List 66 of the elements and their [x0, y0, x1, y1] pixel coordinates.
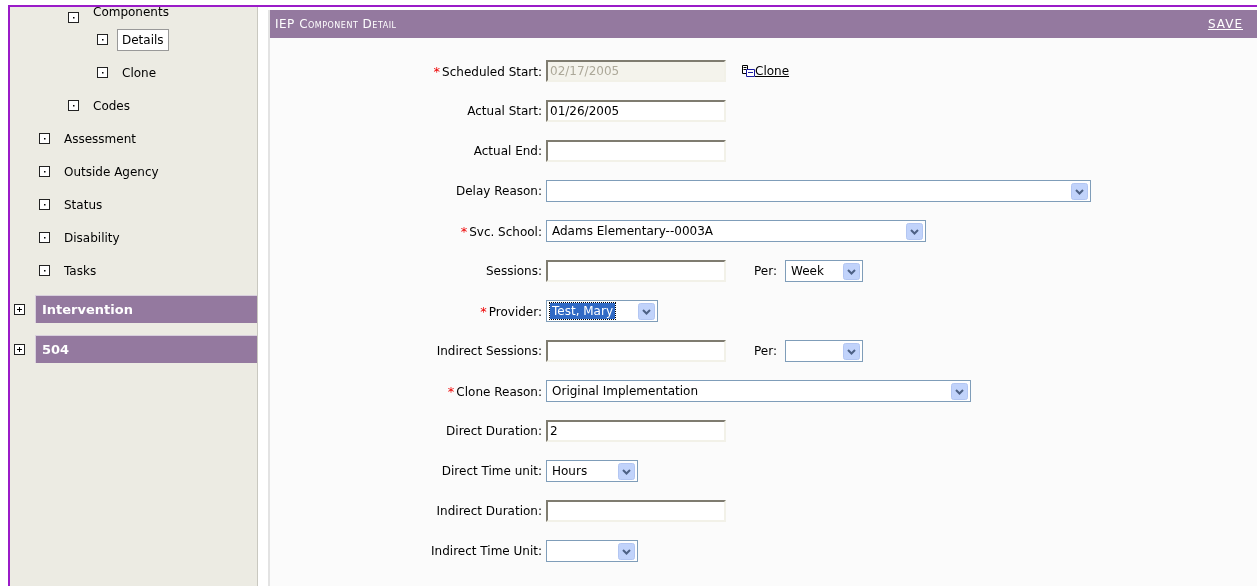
- field-label: Per:: [754, 344, 777, 358]
- tree-item[interactable]: Clone: [117, 61, 162, 84]
- field-label: Svc. School:: [469, 224, 542, 239]
- select-field[interactable]: [546, 180, 1091, 202]
- leaf-icon[interactable]: [39, 166, 50, 177]
- field-label: Per:: [754, 264, 777, 278]
- save-link[interactable]: SAVE: [1207, 17, 1243, 31]
- tree-item[interactable]: Components: [88, 1, 174, 23]
- tree-item[interactable]: Tasks: [59, 259, 102, 282]
- input-field[interactable]: [546, 140, 726, 162]
- input-field[interactable]: [546, 340, 726, 362]
- dropdown-icon[interactable]: [618, 542, 635, 560]
- field-label: Indirect Sessions:: [436, 344, 542, 358]
- dropdown-icon[interactable]: [951, 382, 968, 400]
- tree-item[interactable]: Codes: [88, 94, 135, 117]
- tree-item[interactable]: Outside Agency: [59, 160, 164, 183]
- dropdown-icon[interactable]: [1071, 182, 1088, 200]
- field-label: Delay Reason:: [456, 184, 542, 198]
- section-header[interactable]: Intervention: [35, 295, 257, 323]
- required-mark: *: [460, 223, 468, 239]
- dropdown-icon[interactable]: [842, 342, 860, 360]
- section-header[interactable]: 504: [35, 335, 257, 363]
- dropdown-icon[interactable]: [618, 462, 635, 480]
- input-field[interactable]: 01/26/2005: [546, 100, 726, 122]
- select-field[interactable]: Adams Elementary--0003A: [546, 220, 926, 242]
- expand-icon[interactable]: [14, 343, 25, 355]
- tree-item[interactable]: Status: [59, 193, 108, 216]
- select-field[interactable]: Test, Mary: [546, 300, 658, 322]
- required-mark: *: [433, 63, 441, 79]
- tree-item[interactable]: Details: [117, 28, 169, 51]
- tree-item[interactable]: Disability: [59, 226, 125, 249]
- select-field[interactable]: Week: [784, 260, 863, 282]
- select-field[interactable]: [784, 340, 863, 362]
- required-mark: *: [447, 383, 455, 399]
- leaf-icon[interactable]: [39, 199, 50, 210]
- tree-item[interactable]: Assessment: [59, 127, 141, 150]
- select-field[interactable]: [546, 540, 638, 562]
- field-label: Scheduled Start:: [442, 64, 542, 79]
- field-label: Indirect Duration:: [436, 504, 542, 518]
- select-field[interactable]: Original Implementation: [546, 380, 971, 402]
- leaf-icon[interactable]: [97, 34, 108, 45]
- field-label: Clone Reason:: [456, 384, 542, 399]
- panel-title: IEP Component Detail: [275, 17, 397, 31]
- copy-icon[interactable]: [742, 65, 755, 77]
- leaf-icon[interactable]: [68, 100, 79, 111]
- field-label: Actual Start:: [467, 104, 542, 118]
- dropdown-icon[interactable]: [638, 302, 655, 320]
- input-field[interactable]: 2: [546, 420, 726, 442]
- input-field[interactable]: [546, 500, 726, 522]
- field-label: Actual End:: [473, 144, 542, 158]
- leaf-icon[interactable]: [97, 67, 108, 78]
- field-label: Direct Duration:: [446, 424, 542, 438]
- required-mark: *: [480, 303, 487, 319]
- leaf-icon[interactable]: [39, 265, 50, 276]
- select-field[interactable]: Hours: [546, 460, 638, 482]
- leaf-icon[interactable]: [39, 232, 50, 243]
- dropdown-icon[interactable]: [842, 262, 860, 280]
- leaf-icon[interactable]: [39, 133, 50, 144]
- field-label: Sessions:: [485, 264, 542, 278]
- leaf-icon[interactable]: [68, 12, 79, 23]
- field-label: Provider:: [488, 304, 542, 319]
- dropdown-icon[interactable]: [906, 222, 923, 240]
- expand-icon[interactable]: [14, 303, 25, 315]
- input-field[interactable]: [546, 260, 726, 282]
- field-label: Indirect Time Unit:: [431, 544, 542, 558]
- field-label: Direct Time unit:: [441, 464, 542, 478]
